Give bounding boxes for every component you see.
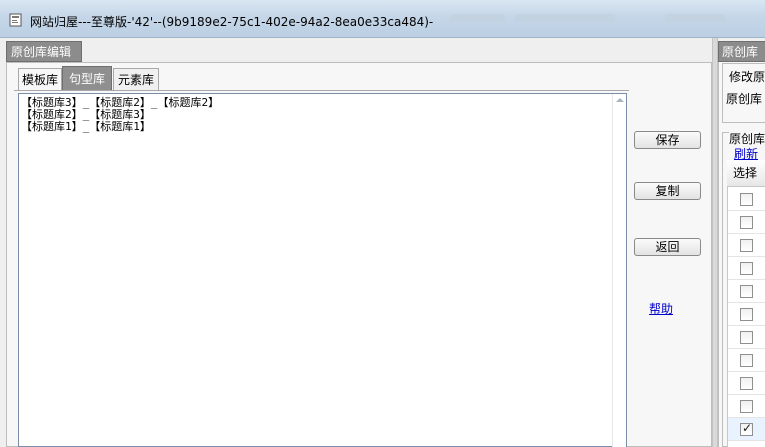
titlebar-ghost-2 [515,14,615,22]
checkbox-icon[interactable] [740,193,753,206]
grid-header-select[interactable]: 选择 [727,160,765,187]
titlebar-ghost-3 [665,14,725,22]
checkbox-icon[interactable] [740,285,753,298]
table-row[interactable] [728,280,765,303]
table-row[interactable] [728,211,765,234]
checkbox-icon[interactable] [740,239,753,252]
source-library-label: 原创库 [726,92,763,106]
titlebar-ghost-1 [450,14,505,22]
table-row[interactable] [728,303,765,326]
window-title: 网站归屋---至尊版-'42'--(9b9189e2-75c1-402e-94a… [30,15,434,29]
sentence-editor[interactable] [18,93,627,447]
checkbox-icon[interactable] [740,331,753,344]
checkbox-icon[interactable] [740,421,753,436]
save-button[interactable]: 保存 [634,131,701,149]
modify-group-label: 修改原 [729,68,765,85]
right-panel-title: 原创库 [718,41,765,62]
tab-sentence-library[interactable]: 句型库 [62,66,112,90]
copy-button[interactable]: 复制 [634,182,701,200]
editor-scrollbar[interactable] [612,94,626,447]
back-button[interactable]: 返回 [634,238,701,256]
table-row[interactable] [728,326,765,349]
checkbox-icon[interactable] [740,216,753,229]
app-window-icon [9,13,22,27]
checkbox-icon[interactable] [740,262,753,275]
table-row[interactable] [728,418,765,441]
checkbox-icon[interactable] [740,377,753,390]
table-row[interactable] [728,188,765,211]
table-row[interactable] [728,349,765,372]
left-panel-title: 原创库编辑 [6,41,82,62]
editor-line: 【标题库1】_【标题库1】 [21,120,151,133]
tab-template-library[interactable]: 模板库 [18,68,62,90]
help-link[interactable]: 帮助 [649,300,673,317]
table-row[interactable] [728,395,765,418]
scroll-up-arrow-icon[interactable] [616,98,624,102]
checkbox-icon[interactable] [740,354,753,367]
table-row[interactable] [728,372,765,395]
tab-strip-divider [14,90,629,91]
table-row[interactable] [728,257,765,280]
checkbox-icon[interactable] [740,308,753,321]
tab-element-library[interactable]: 元素库 [113,68,159,90]
table-row[interactable] [728,234,765,257]
checkbox-icon[interactable] [740,400,753,413]
